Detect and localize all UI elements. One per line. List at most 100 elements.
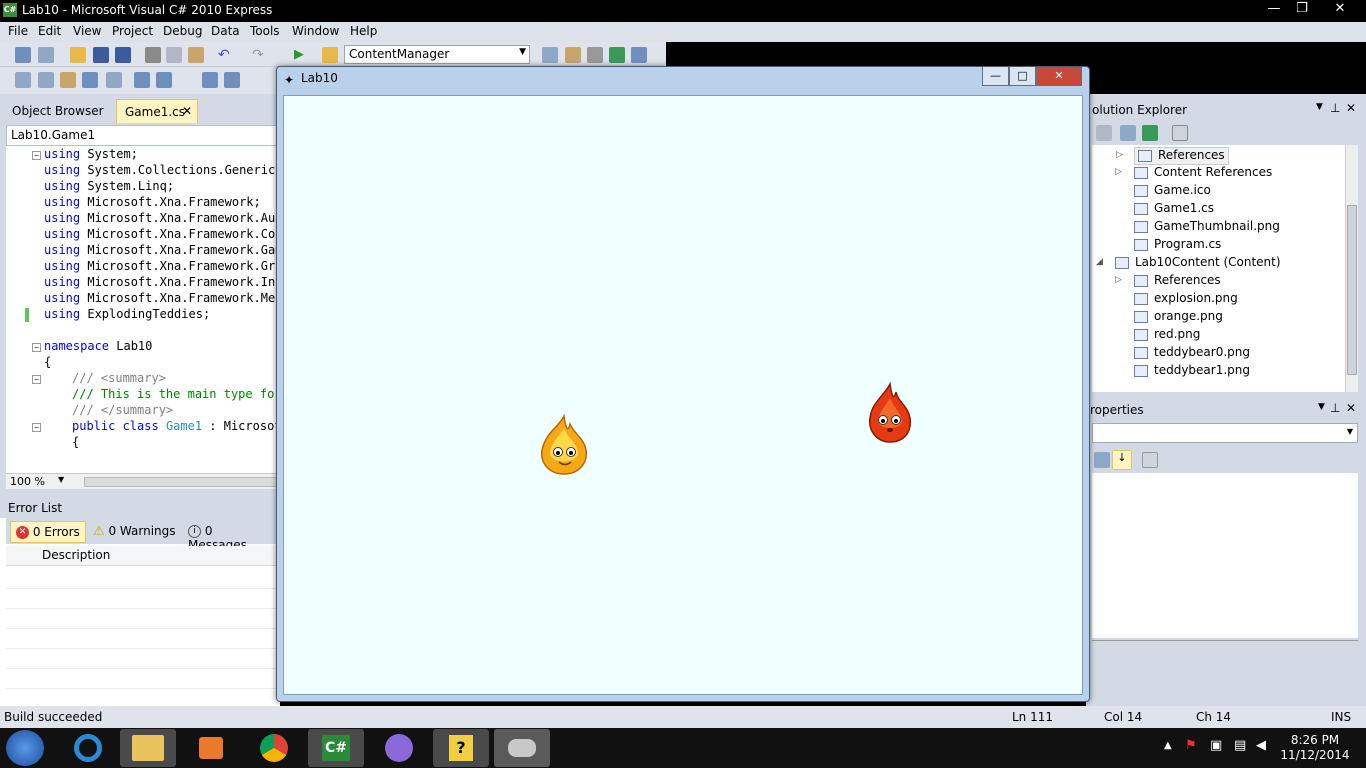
dropdown-icon[interactable]: ▼ — [1318, 402, 1325, 412]
horizontal-scrollbar[interactable] — [84, 477, 280, 487]
show-all-files-icon[interactable] — [1096, 125, 1112, 141]
tree-item[interactable]: ▷ Content References — [1115, 165, 1272, 183]
game-canvas[interactable] — [283, 95, 1083, 695]
collapse-icon[interactable]: − — [32, 151, 41, 160]
list-members-icon[interactable] — [15, 72, 31, 88]
export-icon[interactable] — [609, 47, 625, 63]
open-folder-icon[interactable] — [70, 47, 86, 63]
categorized-icon[interactable] — [1094, 452, 1110, 468]
errors-filter-button[interactable]: ✕ 0 Errors — [10, 521, 86, 543]
pin-icon[interactable]: ⊥ — [1330, 401, 1340, 415]
pin-icon[interactable]: ⊥ — [1330, 101, 1340, 115]
zoom-level[interactable]: 100 % — [10, 475, 45, 488]
tree-item[interactable]: explosion.png — [1134, 291, 1238, 309]
tree-item[interactable]: Program.cs — [1134, 237, 1221, 255]
network-icon[interactable]: ▤ — [1234, 738, 1246, 753]
tree-item[interactable]: ▷ References — [1115, 273, 1221, 291]
menu-file[interactable]: File — [8, 24, 28, 38]
refresh-icon[interactable] — [1142, 125, 1158, 141]
quick-info-icon[interactable] — [60, 72, 76, 88]
taskbar-app-game[interactable] — [494, 729, 550, 767]
game-close-button[interactable]: ✕ — [1036, 67, 1082, 86]
configuration-select[interactable]: ContentManager ▼ — [344, 45, 530, 64]
indent-icon[interactable] — [134, 72, 150, 88]
menu-window[interactable]: Window — [292, 24, 339, 38]
tools-icon[interactable] — [587, 47, 603, 63]
properties-object-select[interactable]: ▼ — [1092, 423, 1358, 443]
taskbar-app-github[interactable] — [371, 729, 427, 767]
bookmark-icon[interactable] — [202, 72, 218, 88]
menu-tools[interactable]: Tools — [250, 24, 280, 38]
scrollbar-thumb[interactable] — [1347, 205, 1357, 375]
collapse-icon[interactable]: − — [32, 423, 41, 432]
start-button[interactable] — [6, 730, 44, 766]
close-panel-icon[interactable]: ✕ — [1346, 401, 1356, 415]
taskbar-app-internet-explorer[interactable] — [62, 729, 118, 767]
outdent-icon[interactable] — [106, 72, 122, 88]
close-button[interactable]: ✕ — [1316, 0, 1364, 20]
properties-icon[interactable] — [1120, 125, 1136, 141]
find-icon[interactable] — [542, 47, 558, 63]
tree-item[interactable]: Game.ico — [1134, 183, 1211, 201]
vertical-scrollbar[interactable] — [1345, 145, 1358, 392]
game-maximize-button[interactable]: □ — [1009, 67, 1036, 86]
view-code-icon[interactable] — [1172, 125, 1188, 141]
device-icon[interactable]: ▣ — [1210, 738, 1222, 753]
tree-item[interactable]: red.png — [1134, 327, 1200, 345]
complete-word-icon[interactable] — [82, 72, 98, 88]
redo-icon[interactable]: ↷ — [252, 47, 268, 63]
collapse-icon[interactable]: − — [32, 375, 41, 384]
properties-grid[interactable] — [1092, 473, 1358, 638]
dropdown-icon[interactable]: ▼ — [1316, 102, 1323, 112]
menu-data[interactable]: Data — [211, 24, 240, 38]
tree-item[interactable]: teddybear1.png — [1134, 363, 1250, 381]
new-project-icon[interactable] — [15, 47, 31, 63]
game-minimize-button[interactable]: — — [982, 67, 1009, 86]
menu-help[interactable]: Help — [350, 24, 377, 38]
save-icon[interactable] — [93, 47, 109, 63]
expand-icon[interactable]: ▷ — [1115, 167, 1122, 177]
menu-debug[interactable]: Debug — [163, 24, 202, 38]
code-editor[interactable]: − using System; using System.Collections… — [6, 146, 280, 473]
tree-item[interactable]: teddybear0.png — [1134, 345, 1250, 363]
tree-item[interactable]: Game1.cs — [1134, 201, 1214, 219]
parameter-info-icon[interactable] — [38, 72, 54, 88]
taskbar-app-file-explorer[interactable] — [120, 729, 176, 767]
tree-item[interactable]: orange.png — [1134, 309, 1223, 327]
comment-icon[interactable] — [156, 72, 172, 88]
expand-icon[interactable]: ▷ — [1116, 150, 1123, 160]
collapse-icon[interactable]: ◢ — [1096, 257, 1103, 267]
paste-icon[interactable] — [188, 47, 204, 63]
collapse-icon[interactable]: − — [32, 343, 41, 352]
property-pages-icon[interactable] — [1142, 452, 1158, 468]
taskbar-app-media[interactable] — [183, 729, 239, 767]
copy-icon[interactable] — [166, 47, 182, 63]
show-hidden-icons-icon[interactable]: ▲ — [1164, 740, 1172, 751]
add-item-icon[interactable] — [38, 47, 54, 63]
taskbar-app-chrome[interactable] — [246, 729, 302, 767]
clock[interactable]: 8:26 PM 11/12/2014 — [1280, 733, 1350, 763]
tree-item[interactable]: ▷ References — [1116, 147, 1229, 165]
class-navigation-dropdown[interactable]: Lab10.Game1 — [6, 125, 280, 146]
tab-object-browser[interactable]: Object Browser — [4, 99, 112, 123]
undo-icon[interactable]: ↶ — [218, 47, 234, 63]
close-panel-icon[interactable]: ✕ — [1346, 101, 1356, 115]
close-tab-icon[interactable]: ✕ — [182, 104, 192, 118]
action-center-icon[interactable]: ⚑ — [1185, 738, 1197, 753]
tree-item[interactable]: GameThumbnail.png — [1134, 219, 1280, 237]
start-debugging-icon[interactable]: ▶ — [294, 47, 310, 63]
window-layout-icon[interactable] — [631, 47, 647, 63]
next-bookmark-icon[interactable] — [224, 72, 240, 88]
volume-icon[interactable]: ◀ — [1256, 738, 1266, 753]
messages-filter-button[interactable]: i 0 Messages — [183, 521, 280, 552]
maximize-button[interactable]: ❐ — [1290, 0, 1314, 20]
alphabetical-icon[interactable]: ↓ — [1112, 450, 1132, 470]
cut-icon[interactable] — [145, 47, 161, 63]
tab-game1[interactable]: Game1.cs ✕ — [116, 99, 198, 123]
expand-icon[interactable]: ▷ — [1115, 275, 1122, 285]
chevron-down-icon[interactable]: ▼ — [58, 475, 64, 484]
minimize-button[interactable]: — — [1262, 0, 1286, 20]
taskbar-app-visual-csharp[interactable]: C# — [308, 729, 364, 767]
warnings-filter-button[interactable]: ⚠ 0 Warnings — [88, 521, 181, 543]
tree-item[interactable]: ◢ Lab10Content (Content) — [1096, 255, 1281, 273]
